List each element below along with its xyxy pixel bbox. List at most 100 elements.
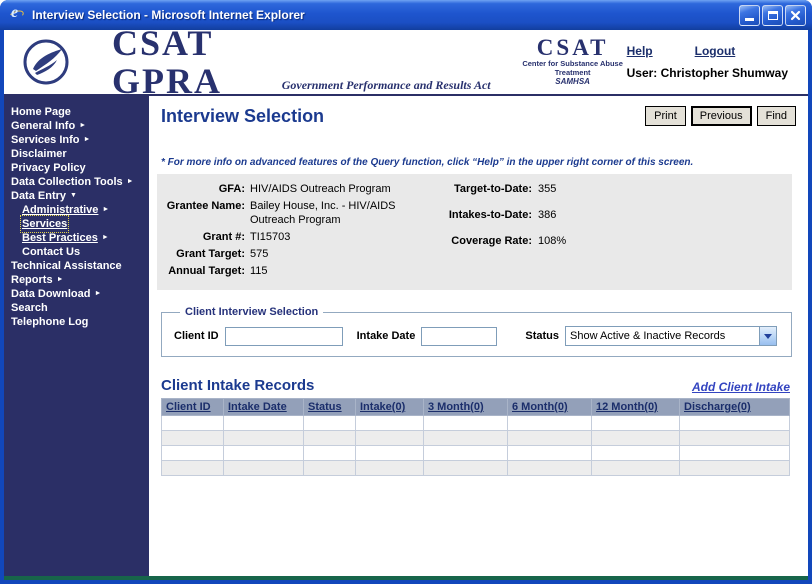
close-button[interactable] — [785, 5, 806, 26]
gfa-value: HIV/AIDS Outreach Program — [250, 182, 432, 196]
table-cell — [356, 461, 424, 476]
column-header-intake-date[interactable]: Intake Date — [224, 399, 304, 416]
table-cell — [304, 461, 356, 476]
csat-logo-subtitle: Center for Substance Abuse Treatment — [519, 59, 627, 77]
submenu-arrow-icon: ► — [79, 119, 86, 133]
sidebar-item-label: Administrative — [22, 203, 98, 217]
grant-info-left: GFA: HIV/AIDS Outreach Program Grantee N… — [157, 182, 432, 278]
intake-date-label: Intake Date — [357, 330, 416, 342]
dropdown-arrow-icon — [759, 327, 776, 345]
page-footer-rule — [4, 576, 808, 580]
sidebar-item-general-info[interactable]: General Info ► — [4, 119, 149, 133]
page-title: Interview Selection — [161, 106, 324, 127]
sidebar-item-label: Data Download — [11, 287, 90, 301]
table-row — [162, 461, 790, 476]
logout-link[interactable]: Logout — [695, 44, 736, 58]
table-cell — [508, 446, 592, 461]
ie-e-glyph: e — [11, 4, 18, 22]
sidebar-item-technical-assistance[interactable]: Technical Assistance — [4, 259, 149, 273]
table-cell — [680, 431, 790, 446]
table-cell — [424, 446, 508, 461]
table-cell — [508, 431, 592, 446]
table-row — [162, 431, 790, 446]
filter-row: Client ID Intake Date Status Show Active… — [174, 326, 781, 346]
submenu-arrow-icon: ► — [102, 203, 109, 217]
coverage-rate-value: 108% — [538, 234, 598, 248]
sidebar-item-label: Privacy Policy — [11, 161, 86, 175]
column-header-client-id[interactable]: Client ID — [162, 399, 224, 416]
title-bar[interactable]: e Interview Selection - Microsoft Intern… — [0, 0, 812, 30]
previous-button[interactable]: Previous — [691, 106, 752, 126]
table-cell — [592, 416, 680, 431]
client-id-input[interactable] — [225, 327, 343, 346]
sidebar-item-label: Contact Us — [22, 245, 80, 259]
maximize-button[interactable] — [762, 5, 783, 26]
print-button[interactable]: Print — [645, 106, 686, 126]
maximize-icon — [768, 11, 778, 20]
header-right: Help Logout User: Christopher Shumway — [627, 44, 788, 80]
sidebar-item-contact-us[interactable]: Contact Us — [4, 245, 149, 259]
table-cell — [680, 446, 790, 461]
column-header-status[interactable]: Status — [304, 399, 356, 416]
sidebar-item-best-practices[interactable]: Best Practices ► — [4, 231, 149, 245]
sidebar-item-disclaimer[interactable]: Disclaimer — [4, 147, 149, 161]
csat-logo: CSAT Center for Substance Abuse Treatmen… — [519, 37, 627, 87]
sidebar-item-services-info[interactable]: Services Info► — [4, 133, 149, 147]
sidebar-item-data-entry[interactable]: Data Entry▼ — [4, 189, 149, 203]
intake-date-input[interactable] — [421, 327, 497, 346]
table-row — [162, 446, 790, 461]
sidebar-item-search[interactable]: Search — [4, 301, 149, 315]
table-cell — [424, 416, 508, 431]
main-content: Interview Selection Print Previous Find … — [149, 96, 808, 576]
sidebar-item-data-collection-tools[interactable]: Data Collection Tools ► — [4, 175, 149, 189]
submenu-arrow-icon: ► — [127, 175, 134, 189]
sidebar-item-services[interactable]: Services — [4, 217, 149, 231]
table-cell — [224, 446, 304, 461]
sidebar-item-label: Data Collection Tools — [11, 175, 123, 189]
column-header-6-month-0[interactable]: 6 Month(0) — [508, 399, 592, 416]
gfa-label: GFA: — [157, 182, 245, 196]
sidebar-item-administrative[interactable]: Administrative ► — [4, 203, 149, 217]
column-header-discharge-0[interactable]: Discharge(0) — [680, 399, 790, 416]
window-controls — [739, 5, 806, 26]
table-cell — [508, 461, 592, 476]
table-cell — [680, 461, 790, 476]
table-cell — [356, 431, 424, 446]
status-select[interactable]: Show Active & Inactive Records — [565, 326, 777, 346]
grant-number-value: TI15703 — [250, 230, 432, 244]
sidebar-item-reports[interactable]: Reports► — [4, 273, 149, 287]
toolbar-buttons: Print Previous Find — [645, 106, 796, 126]
table-cell — [680, 416, 790, 431]
table-cell — [592, 461, 680, 476]
column-header-12-month-0[interactable]: 12 Month(0) — [592, 399, 680, 416]
column-header-intake-0[interactable]: Intake(0) — [356, 399, 424, 416]
records-title: Client Intake Records — [161, 377, 314, 394]
table-cell — [424, 461, 508, 476]
table-cell — [304, 431, 356, 446]
grantee-name-value: Bailey House, Inc. - HIV/AIDS Outreach P… — [250, 199, 432, 227]
sidebar-item-label: Services — [22, 217, 67, 231]
table-cell — [162, 416, 224, 431]
sidebar-item-privacy-policy[interactable]: Privacy Policy — [4, 161, 149, 175]
find-button[interactable]: Find — [757, 106, 796, 126]
column-header-3-month-0[interactable]: 3 Month(0) — [424, 399, 508, 416]
table-cell — [224, 416, 304, 431]
table-cell — [162, 461, 224, 476]
csat-logo-name: CSAT — [519, 37, 627, 59]
sidebar-nav: Home PageGeneral Info►Services Info►Disc… — [4, 96, 149, 576]
sidebar-item-label: Telephone Log — [11, 315, 88, 329]
intake-table-body — [162, 416, 790, 476]
minimize-icon — [745, 18, 754, 21]
grant-info-right: Target-to-Date: 355 Intakes-to-Date: 386… — [436, 182, 598, 278]
submenu-arrow-icon: ► — [102, 231, 109, 245]
sidebar-item-data-download[interactable]: Data Download► — [4, 287, 149, 301]
sidebar-item-home-page[interactable]: Home Page — [4, 105, 149, 119]
internet-explorer-icon: e — [8, 6, 26, 24]
help-link[interactable]: Help — [627, 44, 653, 58]
add-client-intake-link[interactable]: Add Client Intake — [692, 380, 790, 394]
current-user-label: User: Christopher Shumway — [627, 66, 788, 80]
sidebar-item-label: General Info — [11, 119, 75, 133]
minimize-button[interactable] — [739, 5, 760, 26]
sidebar-item-label: Best Practices — [22, 231, 98, 245]
sidebar-item-telephone-log[interactable]: Telephone Log — [4, 315, 149, 329]
